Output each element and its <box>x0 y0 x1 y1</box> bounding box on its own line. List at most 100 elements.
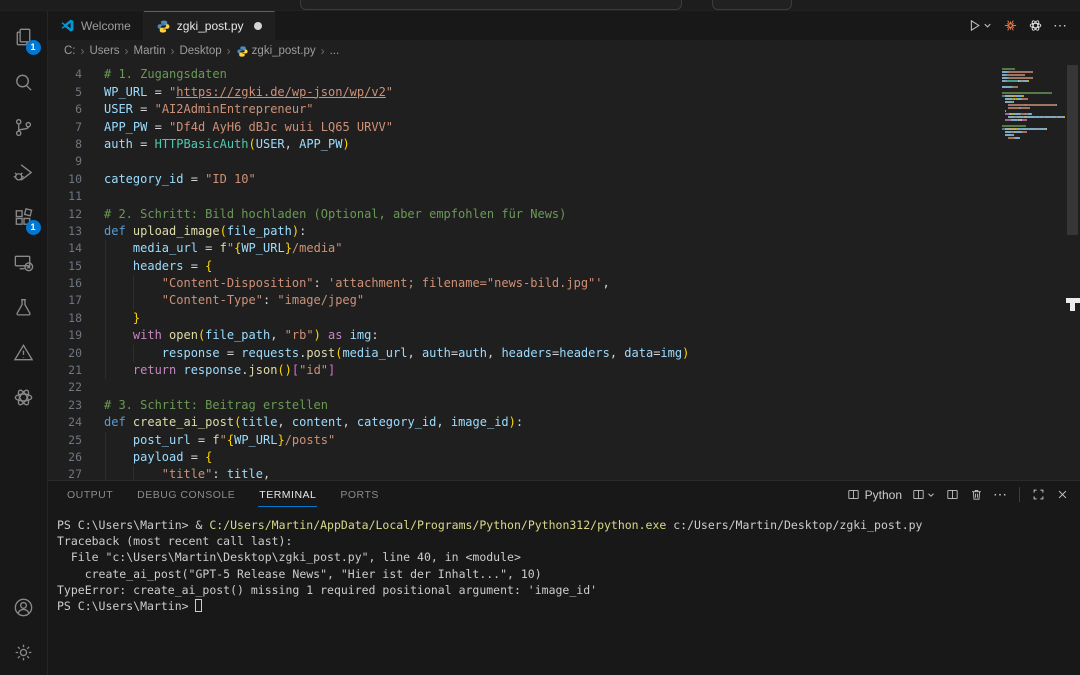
bottom-panel: OUTPUT DEBUG CONSOLE TERMINAL PORTS Python <box>48 480 1080 675</box>
code-line[interactable]: 16 "Content-Disposition": 'attachment; f… <box>48 275 1000 292</box>
line-number: 8 <box>48 136 82 153</box>
terminal-output[interactable]: PS C:\Users\Martin> & C:/Users/Martin/Ap… <box>48 508 1080 675</box>
scrollbar-thumb[interactable] <box>1067 65 1078 235</box>
code-line[interactable]: 17 "Content-Type": "image/jpeg" <box>48 292 1000 309</box>
maximize-panel-button[interactable] <box>1031 487 1046 502</box>
terminal-line: PS C:\Users\Martin> & C:/Users/Martin/Ap… <box>57 517 1080 533</box>
line-number: 19 <box>48 327 82 344</box>
code-line[interactable]: 14 media_url = f"{WP_URL}/media" <box>48 240 1000 257</box>
line-number: 27 <box>48 466 82 480</box>
code-line[interactable]: 11 <box>48 188 1000 205</box>
line-number: 9 <box>48 153 82 170</box>
warning-triangle-icon[interactable] <box>0 330 48 375</box>
line-content <box>82 153 1000 170</box>
code-line[interactable]: 19 with open(file_path, "rb") as img: <box>48 327 1000 344</box>
tab-zgki-post-py[interactable]: zgki_post.py <box>144 11 275 40</box>
line-content: auth = HTTPBasicAuth(USER, APP_PW) <box>82 136 1000 153</box>
command-center-search[interactable] <box>300 0 682 10</box>
line-content: def upload_image(file_path): <box>82 223 1000 240</box>
code-line[interactable]: 9 <box>48 153 1000 170</box>
line-content: # 3. Schritt: Beitrag erstellen <box>82 397 1000 414</box>
indent-guide <box>105 327 106 344</box>
panel-tab-ports[interactable]: PORTS <box>339 483 379 507</box>
code-line[interactable]: 13def upload_image(file_path): <box>48 223 1000 240</box>
breadcrumb-separator-icon: › <box>225 44 233 58</box>
explorer-icon[interactable]: 1 <box>0 15 48 60</box>
python-icon <box>156 19 171 34</box>
code-line[interactable]: 7APP_PW = "Df4d AyH6 dBJc wuii LQ65 URVV… <box>48 119 1000 136</box>
starburst-extension-icon[interactable] <box>1003 18 1018 33</box>
code-line[interactable]: 27 "title": title, <box>48 466 1000 480</box>
code-line[interactable]: 24def create_ai_post(title, content, cat… <box>48 414 1000 431</box>
title-bar <box>0 0 1080 11</box>
source-control-icon[interactable] <box>0 105 48 150</box>
tab-label: Welcome <box>81 19 131 33</box>
line-number: 4 <box>48 66 82 83</box>
line-content: APP_PW = "Df4d AyH6 dBJc wuii LQ65 URVV" <box>82 119 1000 136</box>
code-line[interactable]: 10category_id = "ID 10" <box>48 171 1000 188</box>
code-editor[interactable]: 34# 1. Zugangsdaten5WP_URL = "https://zg… <box>48 62 1080 480</box>
breadcrumb-item[interactable]: Desktop <box>179 45 221 57</box>
indent-guide <box>105 310 106 327</box>
editor-actions: ⋯ <box>955 11 1080 40</box>
line-number: 13 <box>48 223 82 240</box>
code-line[interactable]: 21 return response.json()["id"] <box>48 362 1000 379</box>
kill-terminal-button[interactable] <box>969 487 984 502</box>
terminal-profile[interactable]: Python <box>846 487 902 502</box>
code-line[interactable]: 23# 3. Schritt: Beitrag erstellen <box>48 397 1000 414</box>
code-line[interactable]: 20 response = requests.post(media_url, a… <box>48 345 1000 362</box>
code-line[interactable]: 6USER = "AI2AdminEntrepreneur" <box>48 101 1000 118</box>
editor-scrollbar[interactable] <box>1066 62 1080 480</box>
remote-disconnected-icon[interactable] <box>0 240 48 285</box>
panel-tab-debug-console[interactable]: DEBUG CONSOLE <box>136 483 236 507</box>
line-content: return response.json()["id"] <box>82 362 1000 379</box>
editor-more-actions-button[interactable]: ⋯ <box>1053 17 1068 34</box>
line-number: 21 <box>48 362 82 379</box>
run-python-file-button[interactable] <box>967 18 993 33</box>
panel-tab-terminal[interactable]: TERMINAL <box>258 483 317 507</box>
code-line[interactable]: 4# 1. Zugangsdaten <box>48 66 1000 83</box>
modified-dot-icon[interactable] <box>254 22 262 30</box>
tab-bar-empty-space <box>275 11 956 40</box>
layout-controls[interactable] <box>712 0 792 10</box>
run-debug-icon[interactable] <box>0 150 48 195</box>
search-icon[interactable] <box>0 60 48 105</box>
breadcrumb-separator-icon: › <box>319 44 327 58</box>
line-content: } <box>82 310 1000 327</box>
openai-icon[interactable] <box>0 375 48 420</box>
breadcrumb-label: zgki_post.py <box>252 45 316 57</box>
launch-profile-button[interactable] <box>911 487 936 502</box>
code-line[interactable]: 25 post_url = f"{WP_URL}/posts" <box>48 432 1000 449</box>
line-content: media_url = f"{WP_URL}/media" <box>82 240 1000 257</box>
code-line[interactable]: 12# 2. Schritt: Bild hochladen (Optional… <box>48 206 1000 223</box>
breadcrumb-item[interactable]: Martin <box>134 45 166 57</box>
indent-guide <box>105 432 106 449</box>
code-line[interactable]: 15 headers = { <box>48 258 1000 275</box>
code-line[interactable]: 5WP_URL = "https://zgki.de/wp-json/wp/v2… <box>48 84 1000 101</box>
openai-chat-icon[interactable] <box>1028 18 1043 33</box>
terminal-cursor <box>195 599 202 612</box>
code-line[interactable]: 22 <box>48 379 1000 396</box>
testing-beaker-icon[interactable] <box>0 285 48 330</box>
indent-guide <box>105 449 106 466</box>
breadcrumb-item[interactable]: C: <box>64 45 76 57</box>
panel-tab-output[interactable]: OUTPUT <box>66 483 114 507</box>
line-number: 23 <box>48 397 82 414</box>
tab-welcome[interactable]: Welcome <box>48 11 144 40</box>
breadcrumb-item[interactable]: zgki_post.py <box>236 45 316 58</box>
line-content: with open(file_path, "rb") as img: <box>82 327 1000 344</box>
code-line[interactable]: 8auth = HTTPBasicAuth(USER, APP_PW) <box>48 136 1000 153</box>
breadcrumb-separator-icon: › <box>168 44 176 58</box>
minimap[interactable] <box>1002 65 1060 140</box>
extensions-icon[interactable]: 1 <box>0 195 48 240</box>
code-line[interactable]: 26 payload = { <box>48 449 1000 466</box>
indent-guide <box>105 258 106 275</box>
breadcrumb-item[interactable]: ... <box>330 45 340 57</box>
settings-gear-icon[interactable] <box>0 630 48 675</box>
terminal-more-actions-button[interactable]: ⋯ <box>993 486 1008 503</box>
account-icon[interactable] <box>0 585 48 630</box>
close-panel-button[interactable] <box>1055 487 1070 502</box>
code-line[interactable]: 18 } <box>48 310 1000 327</box>
split-terminal-button[interactable] <box>945 487 960 502</box>
breadcrumb-item[interactable]: Users <box>90 45 120 57</box>
